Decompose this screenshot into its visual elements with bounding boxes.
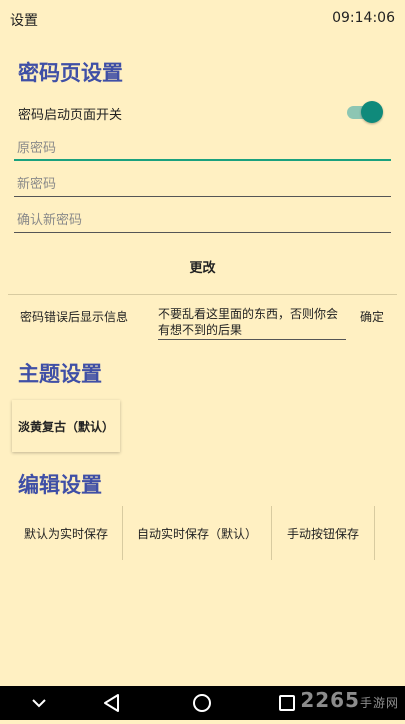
toggle-thumb <box>361 101 383 123</box>
password-launch-toggle[interactable] <box>345 100 383 124</box>
navigation-bar: 2265手游网 <box>0 686 405 720</box>
option-separator <box>374 506 375 560</box>
nav-home-button[interactable] <box>185 686 219 720</box>
section-divider <box>8 294 397 295</box>
chevron-down-icon <box>32 699 46 708</box>
status-bar-title: 设置 <box>10 13 38 29</box>
back-triangle-icon <box>104 694 119 712</box>
site-watermark: 2265手游网 <box>300 688 399 712</box>
error-message-input[interactable]: 不要乱看这里面的东西，否则你会有想不到的后果 <box>158 306 346 340</box>
new-password-input[interactable] <box>14 173 391 197</box>
watermark-sub: 手游网 <box>359 696 399 710</box>
nav-back-button[interactable] <box>95 686 129 720</box>
home-circle-icon <box>193 694 211 712</box>
theme-option-vintage-yellow[interactable]: 淡黄复古（默认） <box>12 400 120 452</box>
confirm-error-message-button[interactable]: 确定 <box>360 308 384 325</box>
change-password-button[interactable]: 更改 <box>0 255 405 283</box>
edit-option-auto-realtime[interactable]: 自动实时保存（默认） <box>124 506 270 560</box>
edit-option-default-realtime[interactable]: 默认为实时保存 <box>12 506 120 560</box>
option-separator <box>271 506 272 560</box>
recents-square-icon <box>279 695 295 711</box>
error-message-label: 密码错误后显示信息 <box>20 310 129 324</box>
confirm-password-input[interactable] <box>14 209 391 233</box>
password-toggle-label: 密码启动页面开关 <box>18 108 123 123</box>
password-section-title: 密码页设置 <box>18 61 123 85</box>
edit-section-title: 编辑设置 <box>18 473 102 497</box>
status-bar-time: 09:14:06 <box>332 10 395 26</box>
watermark-main: 2265 <box>300 688 360 712</box>
option-separator <box>122 506 123 560</box>
theme-section-title: 主题设置 <box>18 362 102 386</box>
nav-collapse-button[interactable] <box>22 686 56 720</box>
old-password-input[interactable] <box>14 137 391 161</box>
nav-recents-button[interactable] <box>270 686 304 720</box>
edit-option-manual-save[interactable]: 手动按钮保存 <box>273 506 373 560</box>
